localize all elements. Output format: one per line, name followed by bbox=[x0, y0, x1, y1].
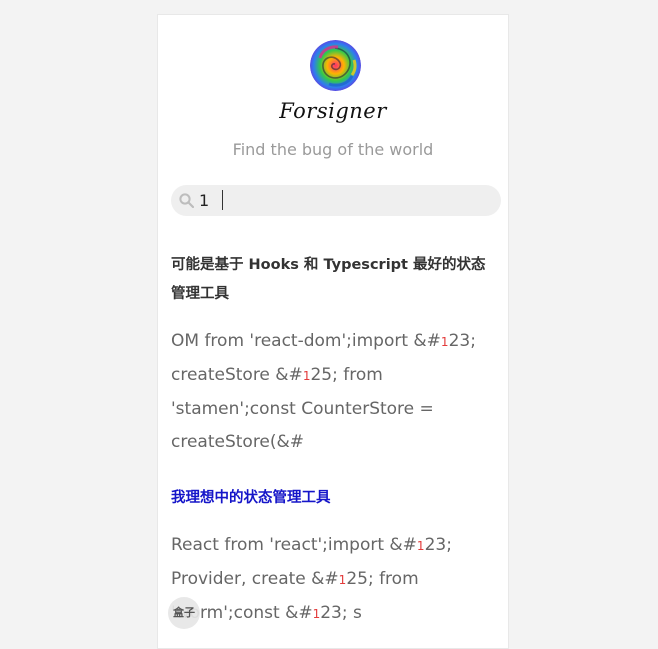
search-result: 可能是基于 Hooks 和 Typescript 最好的状态管理工具 OM fr… bbox=[171, 251, 497, 459]
search-input[interactable] bbox=[199, 185, 489, 216]
brand-name: Forsigner bbox=[279, 99, 387, 123]
search-highlight: 1 bbox=[416, 539, 425, 553]
text-caret bbox=[222, 190, 223, 210]
search-icon bbox=[179, 193, 195, 209]
search-panel: Forsigner Find the bug of the world 可能是基… bbox=[157, 14, 509, 649]
rose-avatar-icon[interactable] bbox=[310, 40, 361, 91]
excerpt-text: React from 'react';import &# bbox=[171, 535, 417, 555]
excerpt-text: 23; s bbox=[320, 603, 362, 623]
box-floating-button[interactable]: 盒子 bbox=[168, 597, 200, 629]
search-highlight: 1 bbox=[440, 335, 449, 349]
result-excerpt: React from 'react';import &#123; Provide… bbox=[171, 529, 497, 631]
result-title[interactable]: 可能是基于 Hooks 和 Typescript 最好的状态管理工具 bbox=[171, 251, 497, 309]
tagline: Find the bug of the world bbox=[232, 140, 434, 159]
excerpt-text: OM from 'react-dom';import &# bbox=[171, 331, 441, 351]
search-result: 我理想中的状态管理工具 React from 'react';import &#… bbox=[171, 484, 497, 631]
result-excerpt: OM from 'react-dom';import &#123; create… bbox=[171, 325, 497, 459]
search-bar[interactable] bbox=[171, 185, 501, 216]
result-title[interactable]: 我理想中的状态管理工具 bbox=[171, 484, 497, 513]
